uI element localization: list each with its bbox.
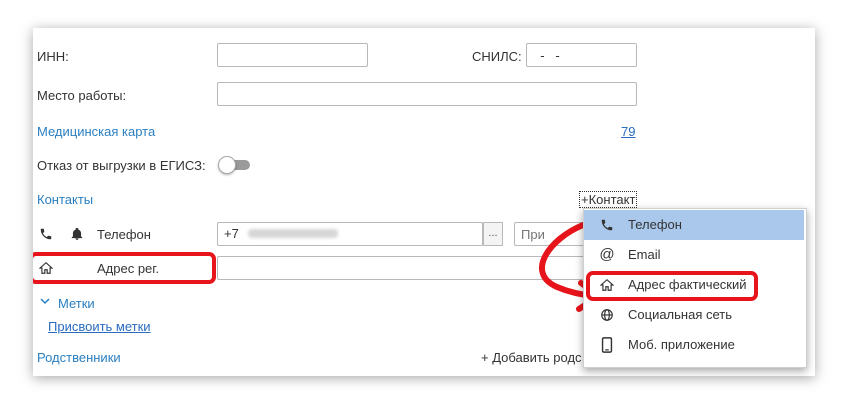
- chevron-down-icon[interactable]: [39, 295, 51, 310]
- menu-item-label: Социальная сеть: [628, 307, 732, 322]
- assign-tags-link[interactable]: Присвоить метки: [48, 319, 151, 334]
- menu-item-social-network[interactable]: Социальная сеть: [584, 300, 804, 330]
- add-relative-button[interactable]: + Добавить родс: [481, 350, 582, 365]
- egisz-refusal-label: Отказ от выгрузки в ЕГИСЗ:: [37, 158, 206, 173]
- snils-input[interactable]: [526, 43, 637, 67]
- phone-select-button[interactable]: ...: [483, 222, 503, 246]
- tags-section-title[interactable]: Метки: [58, 296, 95, 311]
- toggle-knob: [218, 156, 236, 174]
- menu-item-mobile-app[interactable]: Моб. приложение: [584, 330, 804, 360]
- menu-item-label: Телефон: [628, 217, 682, 232]
- phone-number-blurred: [248, 229, 339, 238]
- contacts-section-title: Контакты: [37, 192, 94, 207]
- egisz-refusal-toggle[interactable]: [218, 156, 251, 174]
- workplace-input[interactable]: [217, 82, 637, 106]
- bell-icon[interactable]: [70, 227, 84, 244]
- globe-icon: [598, 300, 616, 330]
- menu-item-email[interactable]: @ Email: [584, 240, 804, 270]
- menu-item-label: Моб. приложение: [628, 337, 735, 352]
- relatives-section-title: Родственники: [37, 350, 121, 365]
- phone-icon: [39, 227, 53, 244]
- actual-address-highlight-annotation: [586, 271, 758, 301]
- patient-form-panel: ИНН: СНИЛС: Место работы: Медицинская ка…: [33, 28, 815, 376]
- phone-prefix: +7: [224, 226, 239, 241]
- workplace-label: Место работы:: [37, 88, 127, 103]
- phone-input[interactable]: +7: [217, 222, 483, 246]
- medical-card-number-link[interactable]: 79: [621, 124, 635, 139]
- phone-icon: [598, 210, 616, 240]
- phone-label: Телефон: [97, 227, 151, 242]
- menu-item-label: Email: [628, 247, 661, 262]
- address-highlight-annotation: [33, 252, 216, 284]
- menu-item-phone[interactable]: Телефон: [584, 210, 804, 240]
- snils-label: СНИЛС:: [472, 49, 522, 64]
- inn-input[interactable]: [217, 43, 368, 67]
- add-contact-button[interactable]: +Контакт: [579, 191, 638, 208]
- mobile-icon: [598, 330, 616, 360]
- inn-label: ИНН:: [37, 49, 69, 64]
- at-icon: @: [599, 246, 615, 263]
- medical-card-link[interactable]: Медицинская карта: [37, 124, 155, 139]
